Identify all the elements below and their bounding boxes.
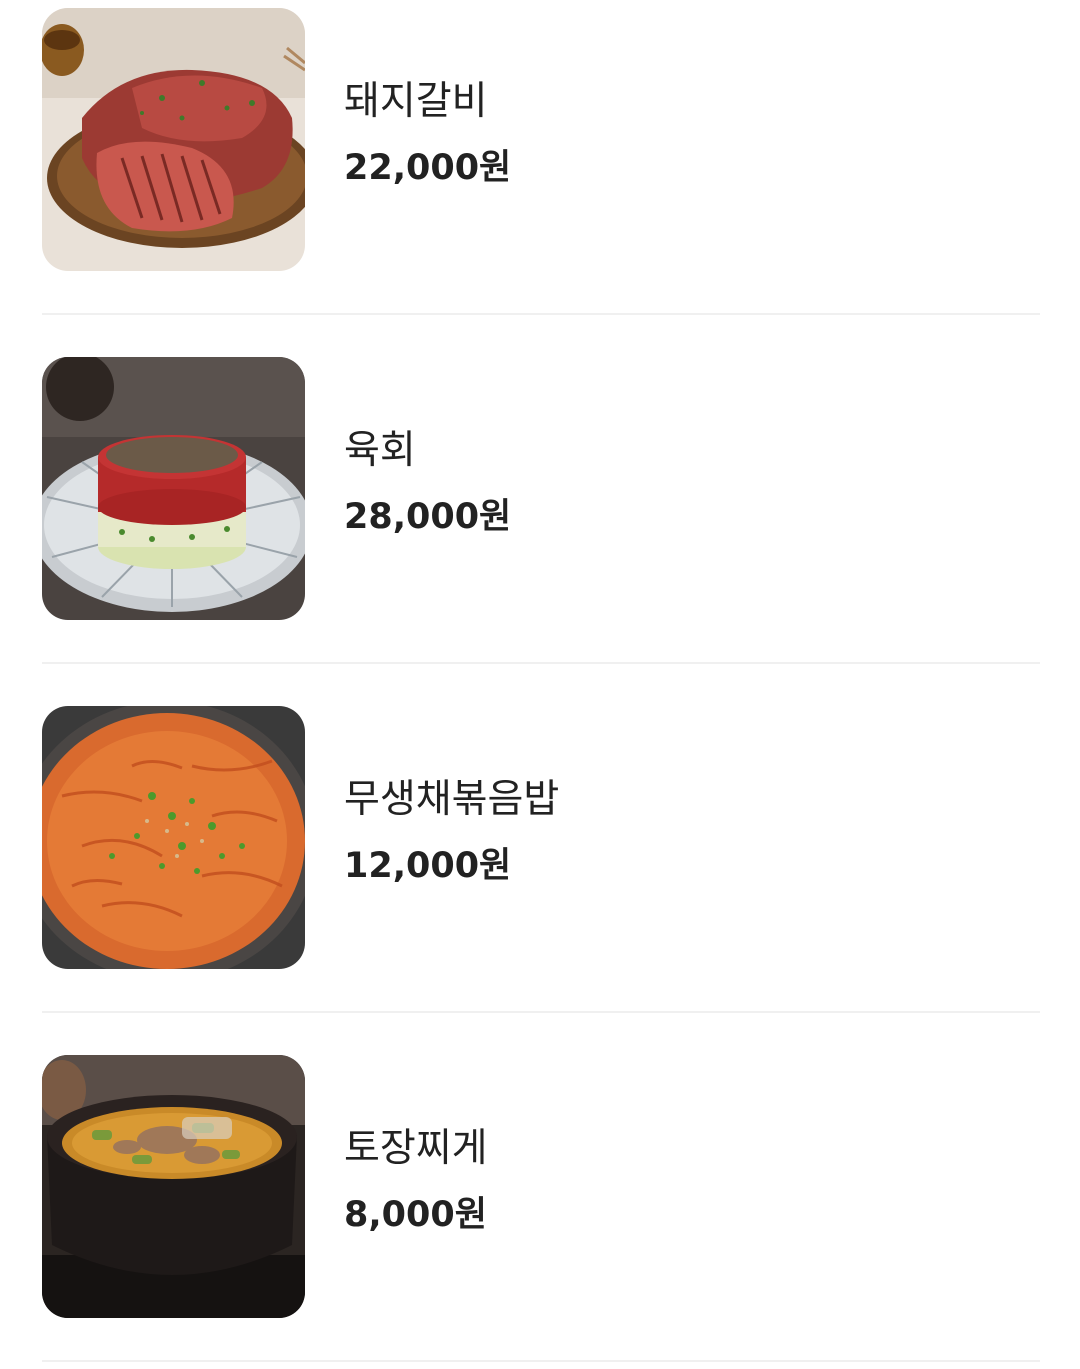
divider — [42, 313, 1040, 315]
doenjang-stew-photo — [42, 1055, 305, 1318]
radish-fried-rice-photo — [42, 706, 305, 969]
menu-item[interactable]: 토장찌게 8,000원 — [42, 1055, 1040, 1318]
menu-item-name: 토장찌게 — [344, 1126, 488, 1171]
menu-item-photo[interactable] — [42, 8, 305, 271]
menu-item-name: 무생채볶음밥 — [344, 777, 560, 822]
menu-item-info: 돼지갈비 22,000원 — [344, 78, 511, 190]
menu-item-price: 22,000원 — [344, 148, 512, 188]
menu-list: 돼지갈비 22,000원 육회 28,000원 무생채볶음밥 12,000원 토… — [0, 0, 1080, 1369]
menu-item-price: 8,000원 — [344, 1195, 487, 1235]
menu-item-info: 육회 28,000원 — [344, 427, 511, 539]
menu-item-info: 무생채볶음밥 12,000원 — [344, 776, 559, 888]
divider — [42, 662, 1040, 664]
menu-item-info: 토장찌게 8,000원 — [344, 1125, 488, 1237]
pork-galbi-photo — [42, 8, 305, 271]
divider — [42, 1011, 1040, 1013]
menu-item[interactable]: 육회 28,000원 — [42, 357, 1040, 620]
menu-item-price: 12,000원 — [344, 846, 512, 886]
yukhoe-photo — [42, 357, 305, 620]
menu-item-price: 28,000원 — [344, 497, 512, 537]
divider — [42, 1360, 1040, 1362]
menu-item-name: 육회 — [344, 428, 416, 473]
menu-item-photo[interactable] — [42, 1055, 305, 1318]
menu-item[interactable]: 돼지갈비 22,000원 — [42, 8, 1040, 271]
menu-item-photo[interactable] — [42, 357, 305, 620]
menu-item-photo[interactable] — [42, 706, 305, 969]
menu-item[interactable]: 무생채볶음밥 12,000원 — [42, 706, 1040, 969]
menu-item-name: 돼지갈비 — [344, 79, 488, 124]
